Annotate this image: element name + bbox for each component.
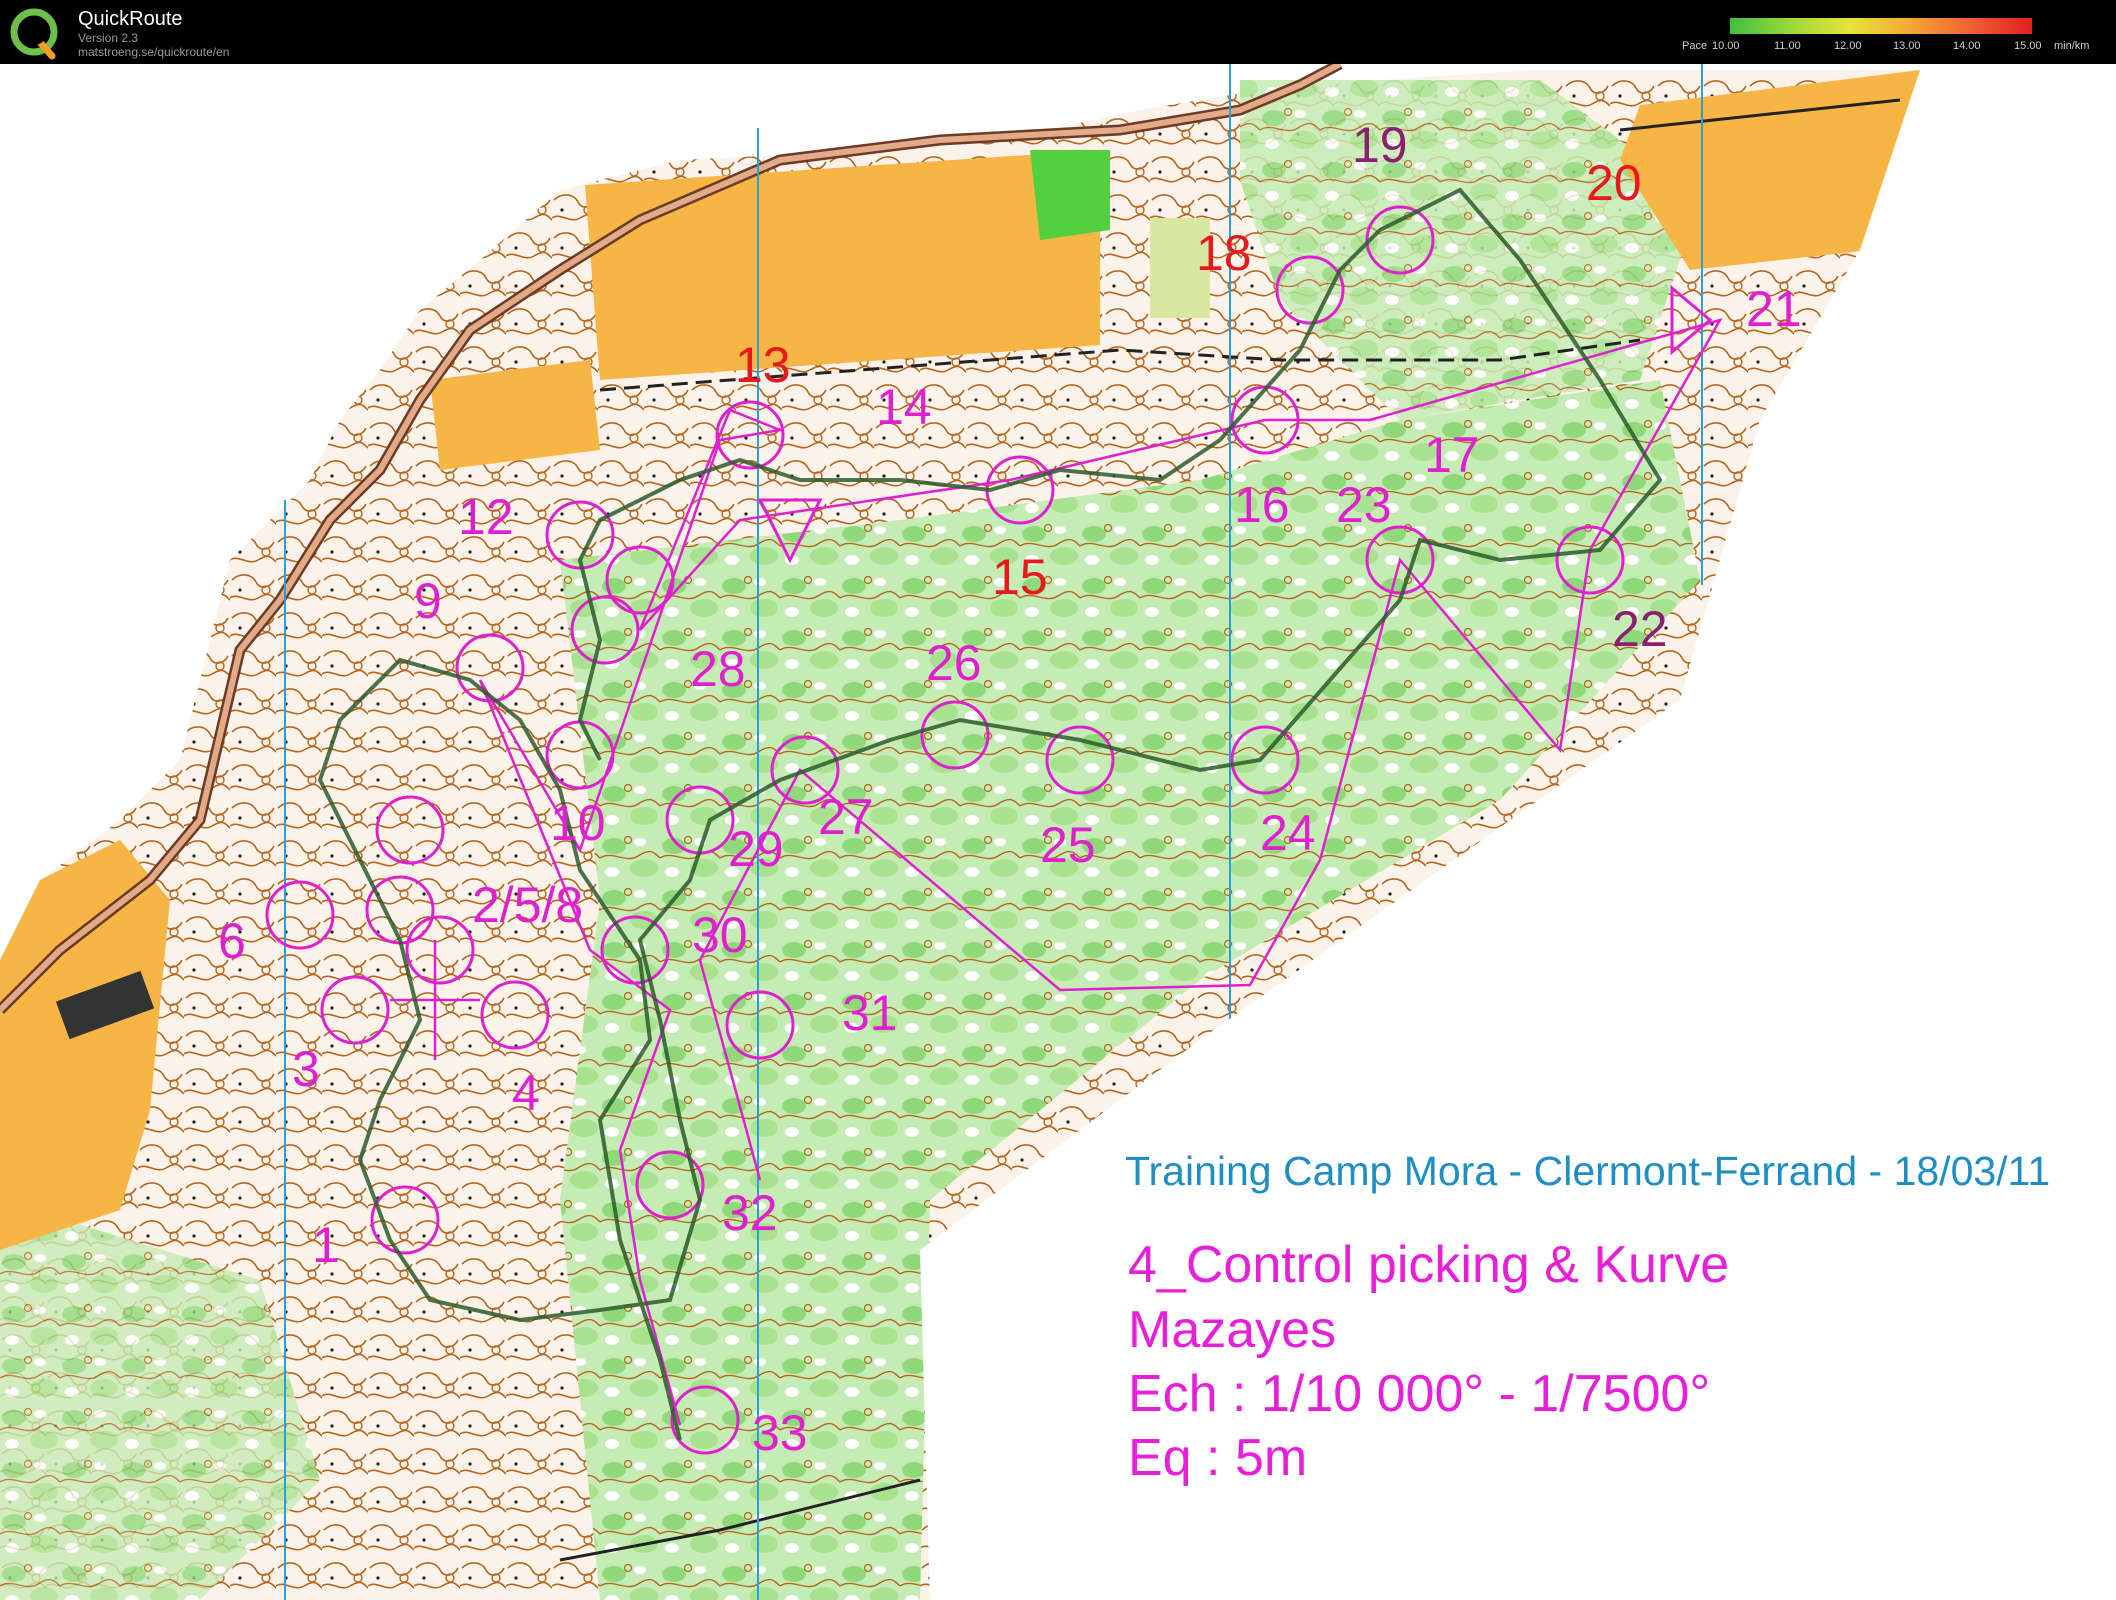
quickroute-logo-icon (10, 8, 58, 60)
control-label: 10 (550, 795, 606, 851)
field-green (1030, 150, 1110, 240)
app-title: QuickRoute (78, 8, 183, 30)
app-url: matstroeng.se/quickroute/en (78, 45, 230, 59)
contour-interval: Eq : 5m (1128, 1429, 1308, 1487)
pace-label: Pace (1682, 40, 1708, 52)
area-name: Mazayes (1128, 1301, 1337, 1359)
app-version: Version 2.3 (78, 31, 139, 45)
pace-tick: 12.00 (1834, 40, 1862, 52)
control-label: 29 (728, 821, 784, 877)
course-name: 4_Control picking & Kurve (1128, 1236, 1730, 1294)
control-label: 30 (692, 907, 748, 963)
control-label: 24 (1260, 805, 1316, 861)
control-label: 12 (458, 489, 514, 545)
map-scale: Ech : 1/10 000° - 1/7500° (1128, 1365, 1711, 1423)
control-label: 21 (1746, 281, 1802, 337)
control-label: 28 (690, 641, 746, 697)
map-title: Training Camp Mora - Clermont-Ferrand - … (1125, 1148, 2051, 1194)
pace-color-scale (1730, 18, 2032, 34)
control-label: 18 (1196, 225, 1252, 281)
control-label: 14 (876, 379, 932, 435)
control-label: 17 (1424, 427, 1480, 483)
control-label: 33 (752, 1405, 808, 1461)
pace-tick: 13.00 (1893, 40, 1921, 52)
control-label: 1 (312, 1217, 340, 1273)
control-label: 4 (512, 1065, 540, 1121)
pace-tick: 10.00 (1712, 40, 1740, 52)
control-label: 19 (1352, 117, 1408, 173)
control-label: 15 (992, 549, 1048, 605)
control-label: 9 (414, 573, 442, 629)
pace-unit: min/km (2054, 40, 2090, 52)
control-label: 3 (292, 1041, 320, 1097)
control-label: 13 (735, 337, 791, 393)
control-label: 27 (818, 789, 874, 845)
pace-tick: 14.00 (1953, 40, 1981, 52)
pace-tick: 11.00 (1774, 40, 1801, 52)
control-label: 22 (1612, 601, 1668, 657)
orienteering-map[interactable]: 1 2/5/8 3 4 6 9 10 12 13 14 15 16 17 18 … (0, 64, 2116, 1600)
control-label: 32 (722, 1185, 778, 1241)
app-header-bar: QuickRoute Version 2.3 matstroeng.se/qui… (0, 0, 2116, 64)
control-label: 20 (1586, 155, 1642, 211)
control-label: 16 (1234, 477, 1290, 533)
pace-tick: 15.00 (2014, 40, 2042, 52)
control-label: 31 (842, 985, 898, 1041)
control-label: 2/5/8 (472, 877, 583, 933)
control-label: 25 (1040, 817, 1096, 873)
control-label: 23 (1336, 477, 1392, 533)
open-field (585, 150, 1100, 380)
control-label: 6 (218, 913, 246, 969)
control-label: 26 (926, 635, 982, 691)
